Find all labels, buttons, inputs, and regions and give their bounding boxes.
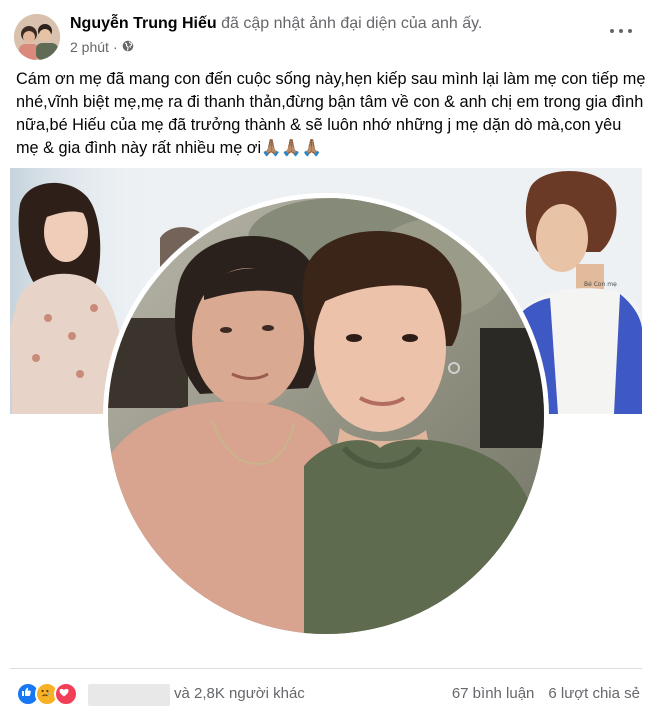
shares-count[interactable]: 6 lượt chia sẻ: [548, 685, 640, 702]
author-avatar[interactable]: [14, 14, 60, 60]
tattoo-text: Bé Con mẹ: [584, 281, 617, 288]
post-message: Cám ơn mẹ đã mang con đến cuộc sống này,…: [16, 70, 646, 157]
post-header-title: Nguyễn Trung Hiếu đã cập nhật ảnh đại di…: [70, 14, 482, 34]
reaction-summary[interactable]: [16, 682, 78, 706]
profile-photo[interactable]: [108, 198, 544, 634]
reactor-names-redacted: [88, 684, 170, 706]
post-card: Nguyễn Trung Hiếu đã cập nhật ảnh đại di…: [0, 0, 660, 728]
globe-icon[interactable]: [122, 39, 134, 55]
more-horizontal-icon[interactable]: [610, 26, 632, 36]
reactor-others-text[interactable]: và 2,8K người khác: [174, 685, 305, 702]
engagement-counts: 67 bình luận 6 lượt chia sẻ: [452, 685, 640, 702]
comments-count[interactable]: 67 bình luận: [452, 685, 535, 702]
post-meta: 2 phút ·: [70, 38, 134, 56]
author-name[interactable]: Nguyễn Trung Hiếu: [70, 15, 217, 32]
stats-divider: [10, 668, 642, 669]
post-timestamp[interactable]: 2 phút: [70, 39, 109, 55]
post-action-text: đã cập nhật ảnh đại diện của anh ấy.: [221, 15, 483, 32]
love-icon: [54, 682, 78, 706]
